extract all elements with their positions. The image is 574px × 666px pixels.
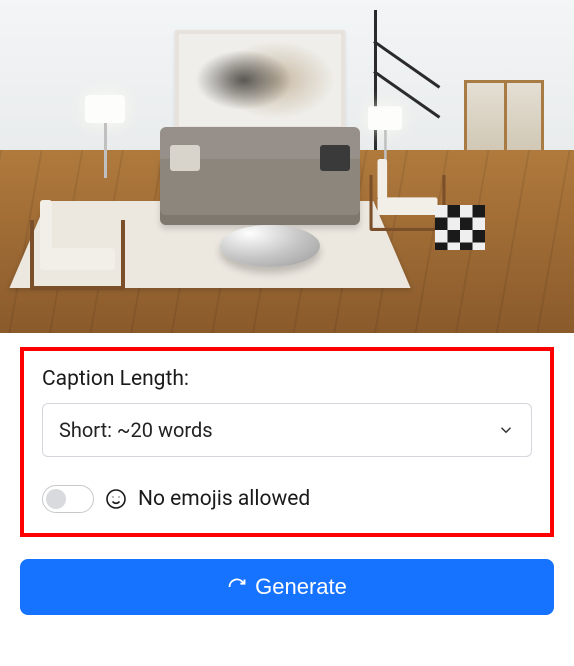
preview-image <box>0 0 574 333</box>
emoji-toggle-label: No emojis allowed <box>138 487 310 511</box>
chevron-down-icon <box>497 421 515 439</box>
accent-chair-left <box>30 200 125 290</box>
coffee-table <box>220 225 320 267</box>
sofa <box>160 155 360 225</box>
emoji-toggle[interactable] <box>42 485 94 513</box>
ottoman <box>435 205 485 250</box>
toggle-knob <box>46 489 66 509</box>
generate-button[interactable]: Generate <box>20 559 554 615</box>
refresh-icon <box>227 577 247 597</box>
generate-button-label: Generate <box>255 574 347 600</box>
highlighted-settings-box: Caption Length: Short: ~20 words No emoj… <box>20 347 554 537</box>
controls-panel: Caption Length: Short: ~20 words No emoj… <box>0 333 574 537</box>
lamp-left <box>85 95 125 178</box>
caption-length-label: Caption Length: <box>42 367 532 391</box>
smiley-icon <box>104 487 128 511</box>
emoji-toggle-row: No emojis allowed <box>42 485 532 513</box>
wall-art <box>175 30 345 130</box>
caption-length-select[interactable]: Short: ~20 words <box>42 403 532 457</box>
caption-length-value: Short: ~20 words <box>59 418 497 442</box>
